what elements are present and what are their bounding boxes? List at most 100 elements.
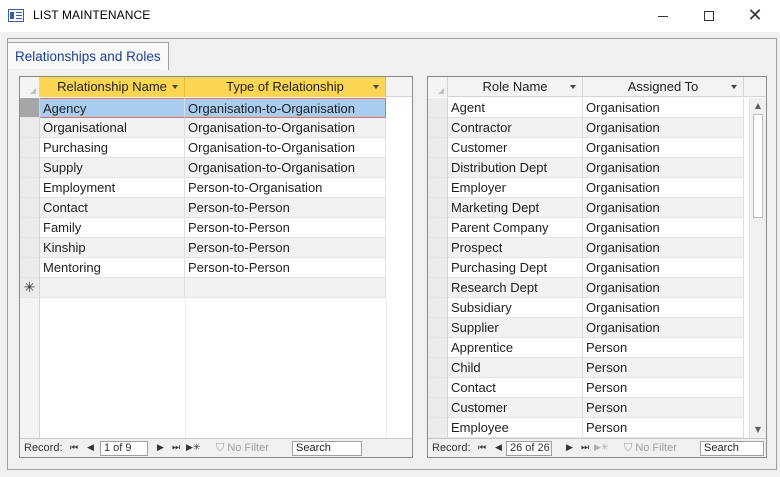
cell-assigned-to[interactable]: Organisation — [583, 118, 744, 138]
record-selector[interactable] — [428, 298, 448, 318]
vertical-scrollbar[interactable]: ▲ ▼ — [749, 98, 766, 438]
record-selector[interactable] — [428, 338, 448, 358]
cell-relationship-name[interactable]: Mentoring — [40, 258, 185, 278]
table-row[interactable]: Purchasing Organisation-to-Organisation — [20, 138, 412, 158]
cell-relationship-name[interactable]: Family — [40, 218, 185, 238]
cell-role-name[interactable]: Employee — [448, 418, 583, 438]
cell-relationship-name[interactable]: Organisational — [40, 118, 185, 138]
record-selector[interactable] — [20, 138, 40, 158]
cell-type-of-relationship[interactable]: Organisation-to-Organisation — [185, 118, 386, 138]
table-row[interactable]: Prospect Organisation — [428, 238, 766, 258]
cell-role-name[interactable]: Distribution Dept — [448, 158, 583, 178]
select-all-corner[interactable] — [20, 77, 40, 97]
table-row[interactable]: Contractor Organisation — [428, 118, 766, 138]
cell-type-of-relationship[interactable]: Person-to-Organisation — [185, 178, 386, 198]
dropdown-arrow-icon[interactable] — [570, 85, 576, 89]
tab-relationships-and-roles[interactable]: Relationships and Roles — [7, 42, 169, 70]
record-selector[interactable] — [428, 98, 448, 118]
cell-role-name[interactable]: Purchasing Dept — [448, 258, 583, 278]
cell-role-name[interactable]: Prospect — [448, 238, 583, 258]
cell-role-name[interactable]: Customer — [448, 138, 583, 158]
table-row[interactable]: Contact Person — [428, 378, 766, 398]
record-selector[interactable] — [428, 158, 448, 178]
record-selector[interactable] — [20, 118, 40, 138]
table-row[interactable]: Marketing Dept Organisation — [428, 198, 766, 218]
cell-assigned-to[interactable]: Organisation — [583, 278, 744, 298]
record-selector[interactable] — [20, 218, 40, 238]
cell-assigned-to[interactable]: Person — [583, 358, 744, 378]
record-selector[interactable] — [20, 178, 40, 198]
cell-type-of-relationship[interactable]: Organisation-to-Organisation — [185, 138, 386, 158]
first-record-button[interactable]: ⏮ — [478, 441, 486, 455]
current-record-field[interactable]: 1 of 9 — [100, 441, 148, 456]
scroll-up-icon[interactable]: ▲ — [750, 98, 766, 114]
cell-assigned-to[interactable]: Organisation — [583, 318, 744, 338]
cell-assigned-to[interactable]: Organisation — [583, 178, 744, 198]
record-selector[interactable] — [20, 198, 40, 218]
current-record-field[interactable]: 26 of 26 — [506, 441, 552, 456]
table-row[interactable]: Contact Person-to-Person — [20, 198, 412, 218]
cell-assigned-to[interactable]: Organisation — [583, 98, 744, 118]
record-selector[interactable] — [428, 378, 448, 398]
table-row[interactable]: Supplier Organisation — [428, 318, 766, 338]
search-field[interactable]: Search — [700, 441, 764, 456]
record-selector[interactable] — [428, 258, 448, 278]
record-selector[interactable] — [428, 178, 448, 198]
cell-type-of-relationship[interactable]: Person-to-Person — [185, 238, 386, 258]
cell-role-name[interactable]: Apprentice — [448, 338, 583, 358]
table-row[interactable]: Apprentice Person — [428, 338, 766, 358]
cell-assigned-to[interactable]: Organisation — [583, 218, 744, 238]
search-field[interactable]: Search — [292, 441, 362, 456]
cell-relationship-name[interactable]: Supply — [40, 158, 185, 178]
cell-role-name[interactable]: Contractor — [448, 118, 583, 138]
record-selector[interactable] — [20, 98, 40, 118]
cell-assigned-to[interactable]: Organisation — [583, 238, 744, 258]
record-selector[interactable] — [428, 358, 448, 378]
dropdown-arrow-icon[interactable] — [172, 85, 178, 89]
last-record-button[interactable]: ⏭ — [172, 441, 180, 455]
record-selector[interactable] — [428, 238, 448, 258]
previous-record-button[interactable]: ◀ — [495, 441, 502, 455]
scroll-thumb[interactable] — [753, 114, 763, 218]
new-record-icon[interactable]: ✳ — [20, 278, 40, 298]
cell-assigned-to[interactable]: Person — [583, 378, 744, 398]
new-record-cell[interactable] — [40, 278, 185, 298]
cell-relationship-name[interactable]: Agency — [40, 98, 185, 118]
record-selector[interactable] — [428, 318, 448, 338]
cell-role-name[interactable]: Research Dept — [448, 278, 583, 298]
cell-role-name[interactable]: Subsidiary — [448, 298, 583, 318]
record-selector[interactable] — [20, 158, 40, 178]
table-row[interactable]: Supply Organisation-to-Organisation — [20, 158, 412, 178]
cell-role-name[interactable]: Supplier — [448, 318, 583, 338]
record-selector[interactable] — [20, 258, 40, 278]
minimize-button[interactable] — [640, 0, 686, 32]
cell-relationship-name[interactable]: Purchasing — [40, 138, 185, 158]
dropdown-arrow-icon[interactable] — [731, 85, 737, 89]
table-row[interactable]: Employer Organisation — [428, 178, 766, 198]
table-row[interactable]: Customer Organisation — [428, 138, 766, 158]
cell-assigned-to[interactable]: Organisation — [583, 258, 744, 278]
cell-role-name[interactable]: Marketing Dept — [448, 198, 583, 218]
record-selector[interactable] — [428, 218, 448, 238]
filter-indicator[interactable]: ⛉ No Filter — [216, 441, 269, 455]
record-selector[interactable] — [428, 138, 448, 158]
cell-relationship-name[interactable]: Kinship — [40, 238, 185, 258]
table-row[interactable]: Employee Person — [428, 418, 766, 438]
column-header-assigned-to[interactable]: Assigned To — [583, 77, 744, 97]
next-record-button[interactable]: ▶ — [157, 441, 164, 455]
first-record-button[interactable]: ⏮ — [70, 441, 78, 455]
cell-role-name[interactable]: Contact — [448, 378, 583, 398]
scroll-down-icon[interactable]: ▼ — [750, 422, 766, 438]
last-record-button[interactable]: ⏭ — [581, 441, 589, 455]
cell-role-name[interactable]: Child — [448, 358, 583, 378]
cell-relationship-name[interactable]: Contact — [40, 198, 185, 218]
record-selector[interactable] — [428, 118, 448, 138]
table-row[interactable]: Research Dept Organisation — [428, 278, 766, 298]
dropdown-arrow-icon[interactable] — [373, 85, 379, 89]
table-row[interactable]: Organisational Organisation-to-Organisati… — [20, 118, 412, 138]
table-row[interactable]: Mentoring Person-to-Person — [20, 258, 412, 278]
cell-assigned-to[interactable]: Person — [583, 398, 744, 418]
record-selector[interactable] — [428, 418, 448, 438]
filter-indicator[interactable]: ⛉ No Filter — [624, 441, 677, 455]
record-selector[interactable] — [428, 198, 448, 218]
